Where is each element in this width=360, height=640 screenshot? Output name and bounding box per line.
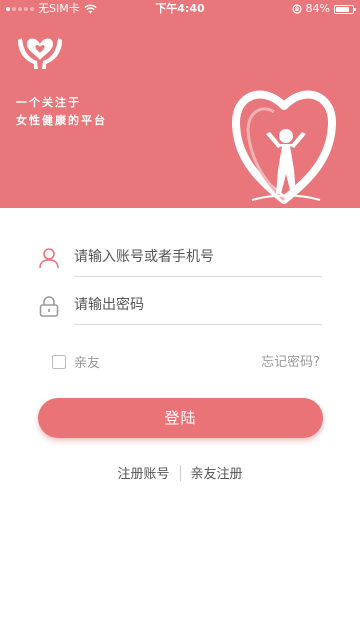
battery-level <box>336 6 350 12</box>
relative-option[interactable]: 亲友 <box>52 352 100 371</box>
status-bar: 无SIM卡 下午4:40 84% <box>0 0 360 18</box>
user-icon <box>39 248 59 269</box>
register-link[interactable]: 注册账号 <box>117 463 169 482</box>
slogan-line-1: 一个关注于 <box>16 96 81 109</box>
relative-checkbox[interactable] <box>52 354 66 369</box>
account-underline <box>74 276 322 277</box>
slogan-line-2: 女性健康的平台 <box>16 114 107 127</box>
lock-icon <box>39 296 59 317</box>
bottom-links: 注册账号 亲友注册 <box>0 463 360 482</box>
status-right: 84% <box>291 0 356 18</box>
battery-icon <box>334 4 356 14</box>
forgot-password-link[interactable]: 忘记密码? <box>261 351 320 370</box>
login-screen: 无SIM卡 下午4:40 84% 一个关注于 女性健康的平台 请输入账号或者手机… <box>0 0 360 640</box>
password-field[interactable] <box>38 285 322 325</box>
battery-percent: 84% <box>305 2 330 15</box>
heart-figure-emblem <box>232 90 336 204</box>
password-input[interactable] <box>74 293 322 317</box>
relative-label: 亲友 <box>74 356 101 371</box>
account-input[interactable] <box>74 245 322 269</box>
links-divider <box>179 464 181 481</box>
rotation-lock-icon <box>291 4 302 14</box>
account-field[interactable] <box>38 237 322 277</box>
password-underline <box>74 324 322 325</box>
relative-register-link[interactable]: 亲友注册 <box>191 463 243 482</box>
login-button[interactable]: 登陆 <box>38 398 323 438</box>
hands-heart-logo <box>18 38 62 69</box>
header-banner: 无SIM卡 下午4:40 84% 一个关注于 女性健康的平台 <box>0 0 360 208</box>
